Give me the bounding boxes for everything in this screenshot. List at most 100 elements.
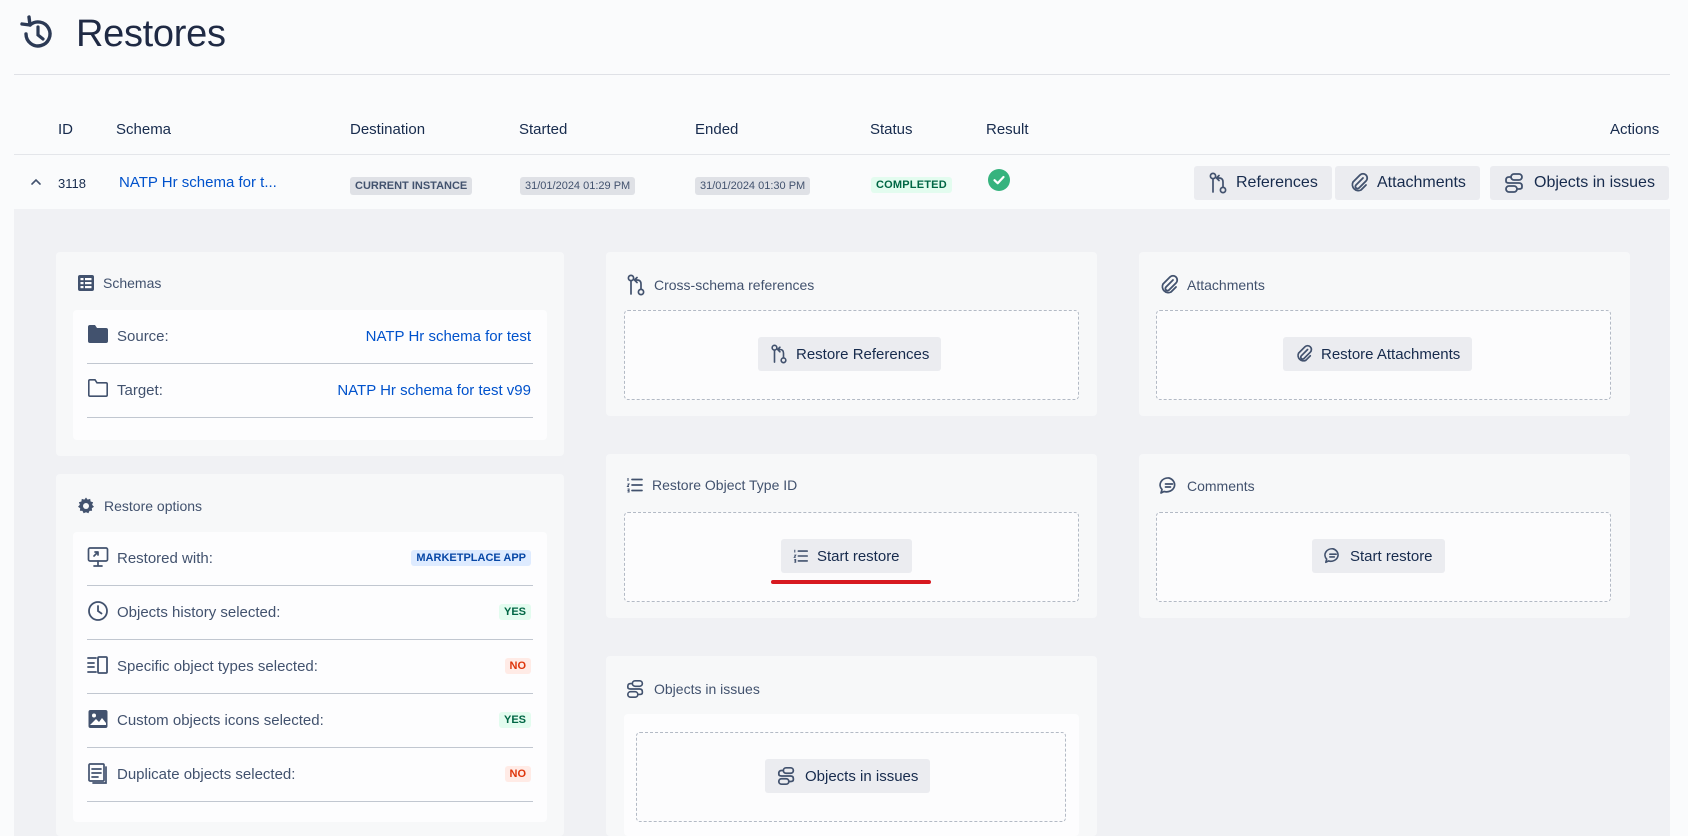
paperclip-icon [1297,344,1313,362]
objects-in-issues-inner: Objects in issues [624,714,1079,836]
restore-options-list: Restored with: MARKETPLACE APP Objects h… [73,532,547,822]
comments-title: Comments [1159,476,1255,496]
paperclip-icon [1351,172,1369,192]
attachments-card: Attachments Restore Attachments [1139,252,1630,416]
objects-in-issues-icon [777,766,795,786]
start-restore-label: Start restore [817,547,900,565]
start-restore-comments-button[interactable]: Start restore [1312,539,1445,573]
folder-filled-icon [88,325,108,343]
history-icon [20,15,52,48]
object-type-id-dropzone: Start restore [624,512,1079,602]
option-row: Custom objects icons selected: YES [87,694,533,748]
option-label: Custom objects icons selected: [117,712,324,729]
col-schema: Schema [116,121,172,138]
target-label: Target: [117,382,163,399]
restore-attachments-button[interactable]: Restore Attachments [1283,337,1473,371]
references-label: References [1236,174,1318,191]
option-label: Restored with: [117,550,213,567]
option-label: Specific object types selected: [117,658,318,675]
paperclip-icon [1161,274,1179,294]
option-label: Objects history selected: [117,604,281,621]
attachments-label: Attachments [1377,174,1466,191]
comment-icon [1324,547,1339,564]
attachments-button[interactable]: Attachments [1335,166,1480,200]
restore-options-title: Restore options [76,496,202,516]
monitor-icon [87,547,109,567]
objects-in-issues-card: Objects in issues Objects in issues [606,656,1097,836]
restore-object-type-id-card: Restore Object Type ID Start restore [606,454,1097,618]
target-row: Target: NATP Hr schema for test v99 [87,364,533,418]
schemas-card: Schemas Source: NATP Hr schema for test … [56,252,564,456]
option-row: Duplicate objects selected: NO [87,748,533,802]
objects-in-issues-title: Objects in issues [626,678,760,700]
schemas-title: Schemas [77,274,161,292]
comments-title-text: Comments [1187,478,1255,494]
objects-in-issues-button-label: Objects in issues [805,767,919,785]
start-restore-object-type-button[interactable]: Start restore [781,539,912,573]
option-value-badge: NO [504,766,531,782]
source-label: Source: [117,328,169,345]
chevron-up-icon[interactable] [30,178,42,186]
object-type-id-title-text: Restore Object Type ID [652,477,798,493]
restore-references-label: Restore References [796,345,930,363]
source-row: Source: NATP Hr schema for test [87,310,533,364]
objects-in-issues-button[interactable]: Objects in issues [1490,166,1669,200]
folder-outline-icon [88,379,108,397]
references-icon [771,344,787,364]
option-value-badge: MARKETPLACE APP [411,550,531,566]
col-id: ID [58,121,73,138]
gear-icon [78,497,94,514]
option-value-badge: YES [498,604,531,620]
schemas-title-text: Schemas [103,275,162,291]
list-details-icon [87,656,108,674]
schemas-list: Source: NATP Hr schema for test Target: … [73,310,547,440]
cross-refs-title-text: Cross-schema references [654,277,815,293]
option-value-badge: YES [498,712,531,728]
attachments-dropzone: Restore Attachments [1156,310,1611,400]
col-ended: Ended [695,121,739,138]
objects-in-issues-label: Objects in issues [1534,174,1655,191]
cross-refs-title: Cross-schema references [626,274,814,296]
col-started: Started [519,121,568,138]
table-icon [78,275,94,291]
col-actions: Actions [1610,121,1660,138]
references-icon [1209,172,1227,194]
references-icon [627,274,645,296]
destination-lozenge: CURRENT INSTANCE [350,177,473,195]
col-destination: Destination [350,121,426,138]
references-button[interactable]: References [1194,166,1332,200]
source-schema-link[interactable]: NATP Hr schema for test [366,328,531,345]
page-header: Restores [14,0,1670,75]
row-id: 3118 [58,176,86,191]
option-row: Restored with: MARKETPLACE APP [87,532,533,586]
started-date: 31/01/2024 01:29 PM [520,177,636,195]
objects-in-issues-icon [627,680,644,698]
restore-attachments-label: Restore Attachments [1321,345,1461,363]
cross-refs-dropzone: Restore References [624,310,1079,400]
restore-references-button[interactable]: Restore References [758,337,942,371]
cross-schema-references-card: Cross-schema references Restore Referenc… [606,252,1097,416]
target-schema-link[interactable]: NATP Hr schema for test v99 [337,382,531,399]
col-result: Result [986,121,1029,138]
red-underline-annotation [771,580,931,584]
object-type-id-title: Restore Object Type ID [626,476,797,494]
comments-card: Comments Start restore [1139,454,1630,618]
row-schema-link[interactable]: NATP Hr schema for t... [119,174,277,191]
clock-icon [88,601,108,621]
page-title: Restores [76,13,226,55]
option-value-badge: NO [504,658,531,674]
check-circle-icon [988,169,1010,191]
objects-in-issues-dropzone: Objects in issues [636,732,1066,822]
objects-in-issues-restore-button[interactable]: Objects in issues [765,759,931,793]
restore-options-title-text: Restore options [104,498,203,514]
option-label: Duplicate objects selected: [117,766,296,783]
col-status: Status [870,121,913,138]
image-icon [88,710,108,728]
ended-date: 31/01/2024 01:30 PM [695,177,811,195]
attachments-title-text: Attachments [1187,277,1265,293]
restore-options-card: Restore options Restored with: MARKETPLA… [56,474,564,836]
option-row: Objects history selected: YES [87,586,533,640]
comment-icon [1159,477,1176,494]
start-restore-label: Start restore [1350,547,1433,565]
objects-in-issues-title-text: Objects in issues [654,681,760,697]
